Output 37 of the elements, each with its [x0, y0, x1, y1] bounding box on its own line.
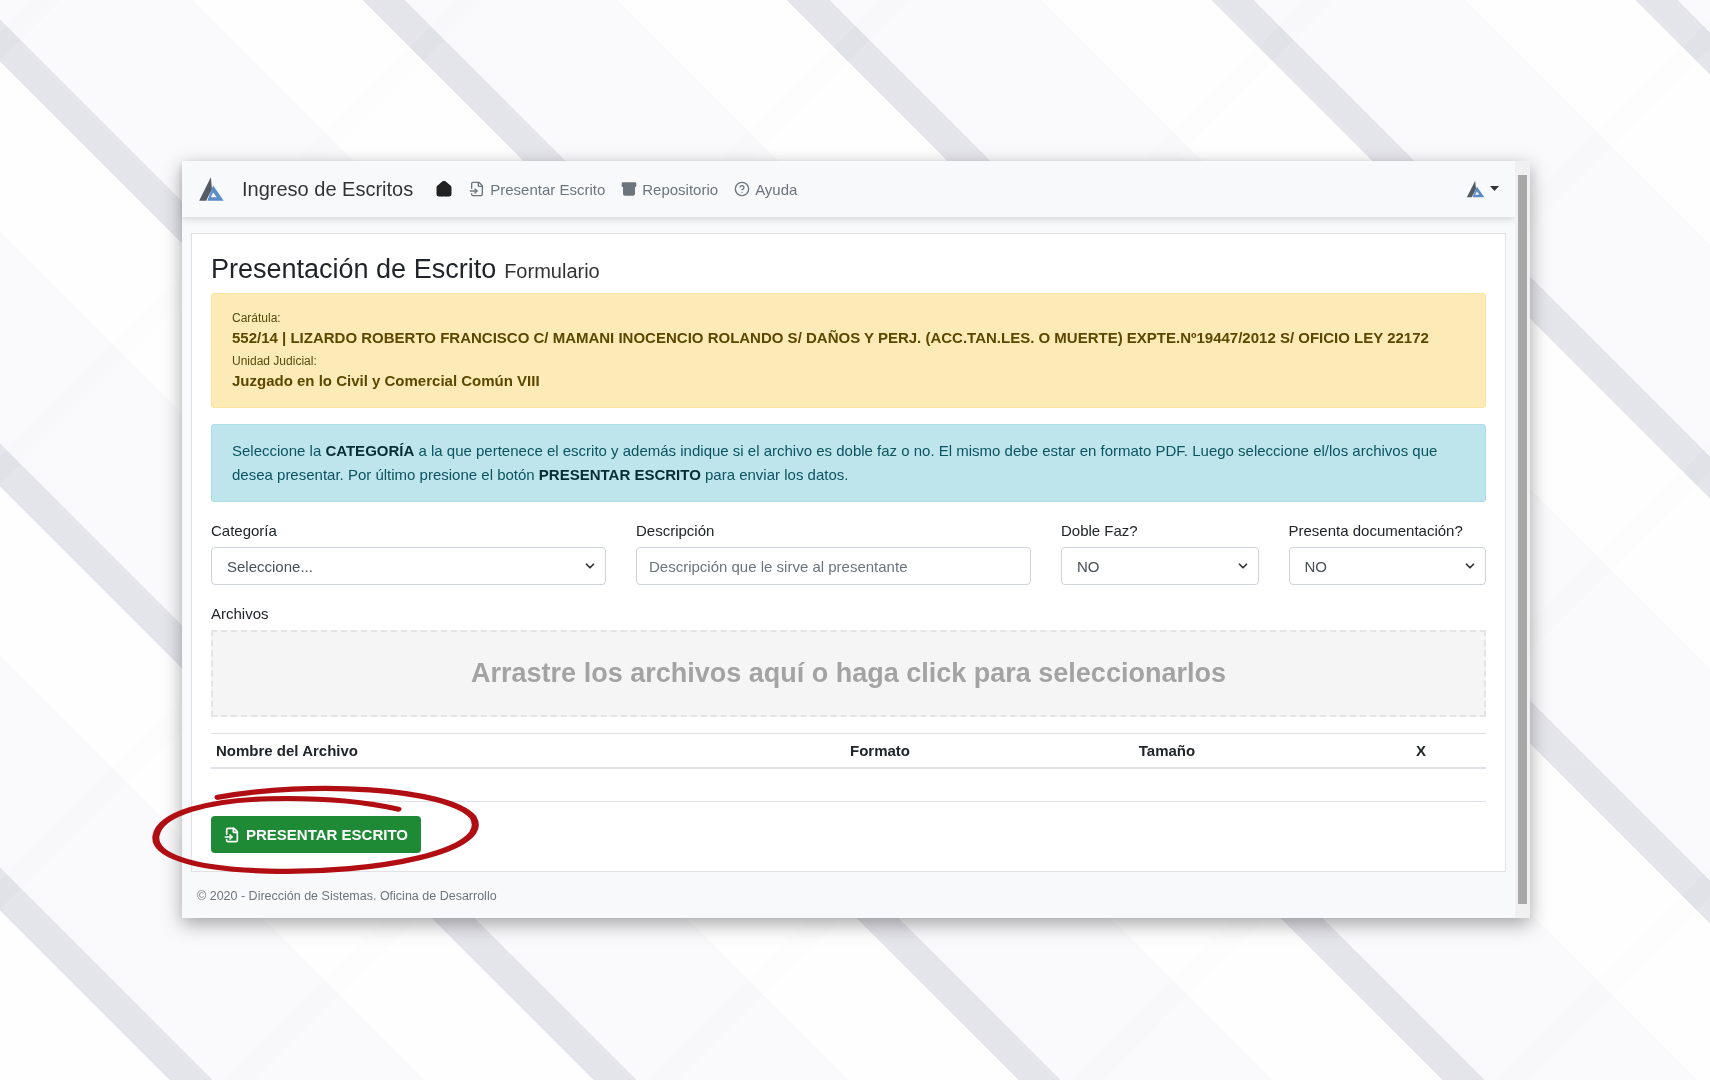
nav-link[interactable]: Ayuda — [734, 180, 798, 198]
nav-link[interactable]: Repositorio — [621, 180, 719, 198]
nav-link[interactable] — [435, 180, 454, 198]
info-value: Juzgado en lo Civil y Comercial Común VIII — [232, 372, 541, 389]
submit-button[interactable]: PRESENTAR ESCRITO — [211, 816, 421, 853]
column-header: Tamaño — [1137, 741, 1197, 761]
user-menu[interactable] — [1466, 179, 1499, 199]
info-label: Unidad Judicial: — [232, 354, 318, 368]
help-icon — [734, 181, 751, 197]
column-header: Nombre del Archivo — [215, 741, 359, 761]
footer-text: © 2020 - Dirección de Sistemas. Oficina de Desarrollo — [197, 889, 497, 903]
column-header: X — [1415, 741, 1427, 761]
page-subtitle: Formulario — [504, 260, 600, 283]
user-logo-icon — [1466, 179, 1486, 199]
scrollbar[interactable] — [1515, 161, 1530, 918]
brand-title[interactable]: Ingreso de Escritos — [242, 177, 414, 201]
caret-icon — [1490, 186, 1499, 192]
info-label: Carátula: — [232, 311, 282, 325]
logo-icon — [198, 175, 226, 203]
select-field[interactable]: NO — [1061, 547, 1259, 585]
column-header: Formato — [849, 741, 911, 761]
archive-icon — [621, 181, 638, 197]
file-import-icon — [469, 181, 486, 197]
field-label: Categoría — [211, 522, 278, 539]
info-value: 552/14 | LIZARDO ROBERTO FRANCISCO C/ MAMANI INOCENCIO ROLANDO S/ DAÑOS Y PERJ. (ACC.TAN.LES. O MUERTE) EXPTE.Nº19447/2012 S/ OFICIO LEY 22172 — [232, 329, 1430, 346]
page-title: Presentación de Escrito — [211, 254, 497, 285]
nav-link[interactable]: Presentar Escrito — [469, 180, 606, 198]
file-import-icon — [224, 826, 240, 843]
description-field[interactable]: Descripción que le sirve al presentante — [636, 547, 1031, 585]
select-field[interactable]: NO — [1288, 547, 1486, 585]
field-label: Descripción — [636, 522, 716, 539]
field-label: Presenta documentación? — [1288, 522, 1464, 539]
instructions-alert: Seleccione la CATEGORÍA a la que pertenece el escrito y además indique si el archivo es doble faz o no. El mismo debe estar en formato PDF. Luego seleccione el/los archivos que desea presentar. Por último presione el botón PRESENTAR ESCRITO para enviar los datos. — [211, 424, 1486, 502]
files-label: Archivos — [211, 605, 270, 622]
select-field[interactable]: Seleccione... — [211, 547, 606, 585]
field-label: Doble Faz? — [1061, 522, 1139, 539]
home-icon — [435, 180, 454, 198]
